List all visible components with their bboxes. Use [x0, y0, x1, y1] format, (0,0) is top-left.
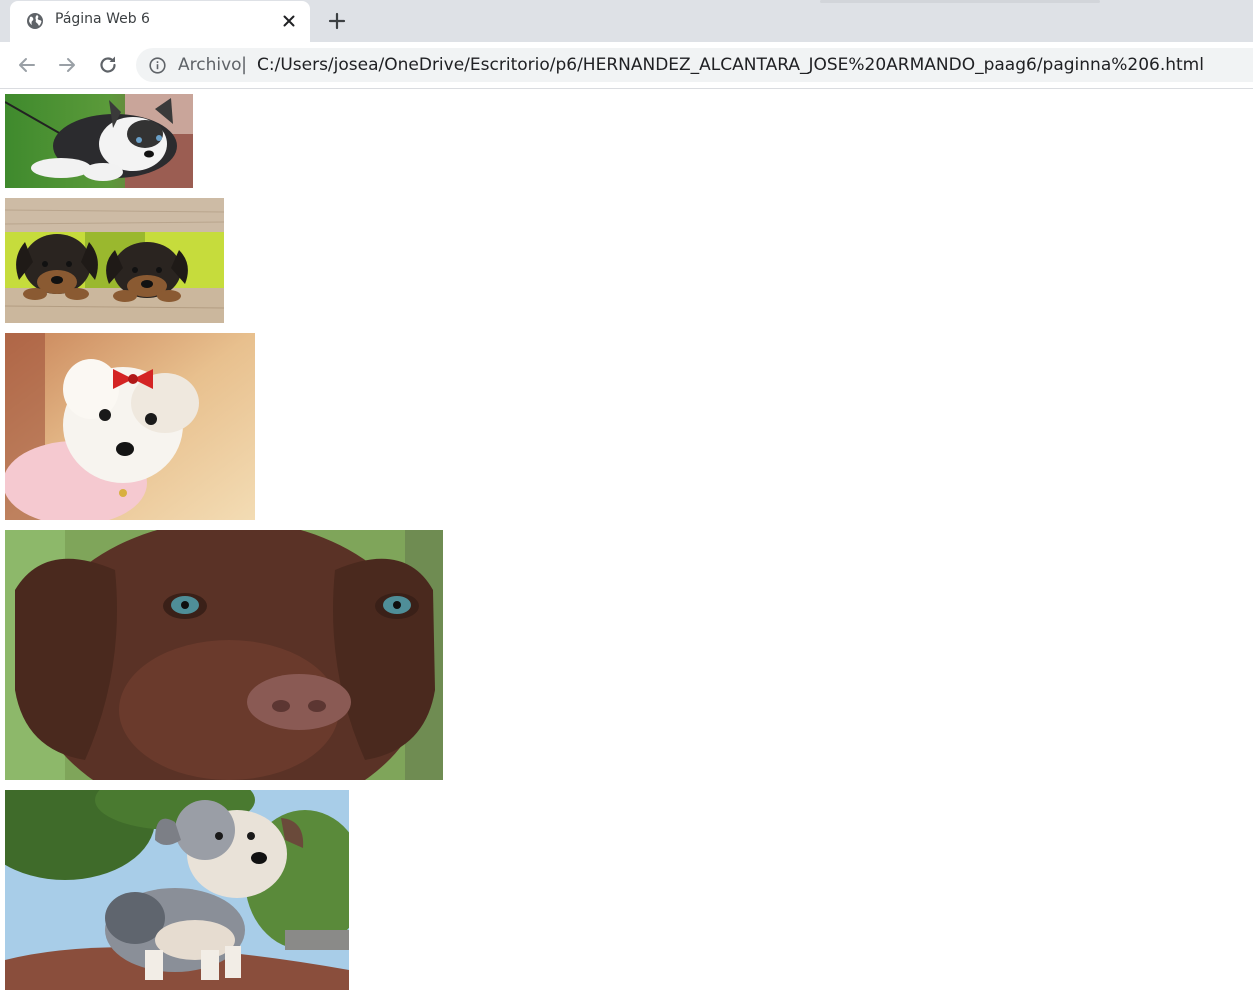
reload-icon[interactable]: [96, 53, 120, 77]
scheme-label: Archivo: [178, 55, 242, 75]
maltese-puppy-image: [5, 333, 255, 520]
page-content: [0, 89, 1253, 1007]
tab-pagina-web-6[interactable]: Página Web 6: [10, 1, 310, 42]
url-text[interactable]: C:/Users/josea/OneDrive/Escritorio/p6/HE…: [257, 55, 1204, 75]
tab-strip-divider: [820, 0, 1100, 3]
tab-title: Página Web 6: [55, 11, 150, 27]
rottweiler-puppies-image: [5, 198, 224, 323]
chocolate-lab-puppy-image: [5, 530, 443, 780]
husky-puppy-image: [5, 94, 193, 188]
close-icon[interactable]: [280, 12, 298, 30]
globe-icon: [26, 12, 44, 30]
forward-arrow-icon[interactable]: [55, 53, 79, 77]
info-icon[interactable]: [149, 57, 166, 74]
address-bar[interactable]: Archivo | C:/Users/josea/OneDrive/Escrit…: [136, 48, 1253, 82]
scheme-separator: |: [241, 54, 248, 75]
tab-strip: Página Web 6: [0, 0, 1253, 42]
back-arrow-icon[interactable]: [15, 53, 39, 77]
plus-icon[interactable]: [325, 9, 349, 33]
browser-toolbar: Archivo | C:/Users/josea/OneDrive/Escrit…: [0, 42, 1253, 89]
aussie-puppy-image: [5, 790, 349, 990]
